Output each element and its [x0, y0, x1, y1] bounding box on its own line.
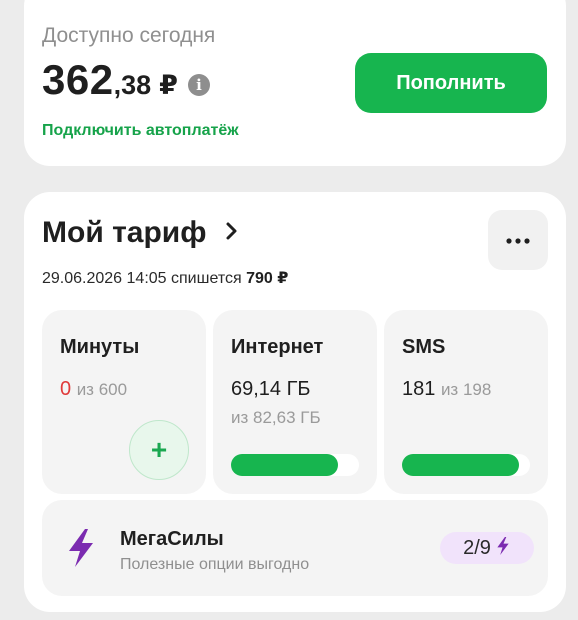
- charge-text: спишется: [171, 270, 242, 287]
- sms-total: из 198: [440, 380, 492, 399]
- balance-integer: 362: [42, 56, 114, 103]
- sms-title: SMS: [402, 336, 446, 358]
- megasily-title: МегаСилы: [120, 528, 224, 550]
- balance-fraction: ,38: [113, 70, 152, 100]
- charge-date: 29.06.2026 14:05: [42, 270, 167, 287]
- balance-currency: ₽: [159, 70, 178, 100]
- sms-progress-fill: [402, 454, 519, 476]
- sms-tile[interactable]: SMS 181 из 198: [384, 310, 548, 494]
- charge-line: 29.06.2026 14:05 спишется 790 ₽: [42, 268, 288, 288]
- plus-icon: +: [150, 434, 168, 465]
- megasily-badge: 2/9: [440, 532, 534, 564]
- tariff-card: Мой тариф 29.06.2026 14:05 спишется 790 …: [24, 192, 566, 612]
- sms-remaining: 181: [402, 378, 436, 400]
- topup-button[interactable]: Пополнить: [355, 53, 547, 113]
- minutes-title: Минуты: [60, 336, 140, 358]
- minutes-value: 0 из 600: [60, 378, 127, 401]
- chevron-right-icon: [225, 221, 239, 246]
- autopay-link[interactable]: Подключить автоплатёж: [42, 122, 239, 140]
- internet-title: Интернет: [231, 336, 324, 358]
- lightning-icon: [495, 536, 511, 561]
- balance-label: Доступно сегодня: [42, 24, 216, 47]
- megasily-subtitle: Полезные опции выгодно: [120, 556, 310, 573]
- internet-total: из 82,63 ГБ: [231, 408, 321, 427]
- minutes-tile[interactable]: Минуты 0 из 600 +: [42, 310, 206, 494]
- lightning-icon: [64, 528, 98, 573]
- megasily-row[interactable]: МегаСилы Полезные опции выгодно 2/9: [42, 500, 548, 596]
- balance-card: Доступно сегодня 362 ,38 ₽ i Подключить …: [24, 0, 566, 166]
- charge-amount: 790 ₽: [246, 270, 289, 287]
- info-icon[interactable]: i: [187, 74, 210, 96]
- more-options-button[interactable]: [488, 210, 548, 270]
- internet-progress-fill: [231, 454, 339, 476]
- more-dots-icon: [506, 231, 530, 249]
- add-minutes-button[interactable]: +: [129, 420, 189, 480]
- tariff-title-link[interactable]: Мой тариф: [42, 216, 239, 250]
- minutes-total: из 600: [76, 380, 128, 399]
- internet-tile[interactable]: Интернет 69,14 ГБ из 82,63 ГБ: [213, 310, 377, 494]
- internet-progress-bar: [231, 454, 359, 476]
- sms-progress-bar: [402, 454, 530, 476]
- sms-value: 181 из 198: [402, 378, 491, 401]
- tariff-title: Мой тариф: [42, 216, 207, 249]
- internet-value: 69,14 ГБ: [231, 378, 311, 400]
- megasily-count: 2/9: [463, 536, 491, 559]
- balance-amount: 362 ,38 ₽ i: [42, 56, 210, 104]
- minutes-remaining: 0: [60, 378, 72, 400]
